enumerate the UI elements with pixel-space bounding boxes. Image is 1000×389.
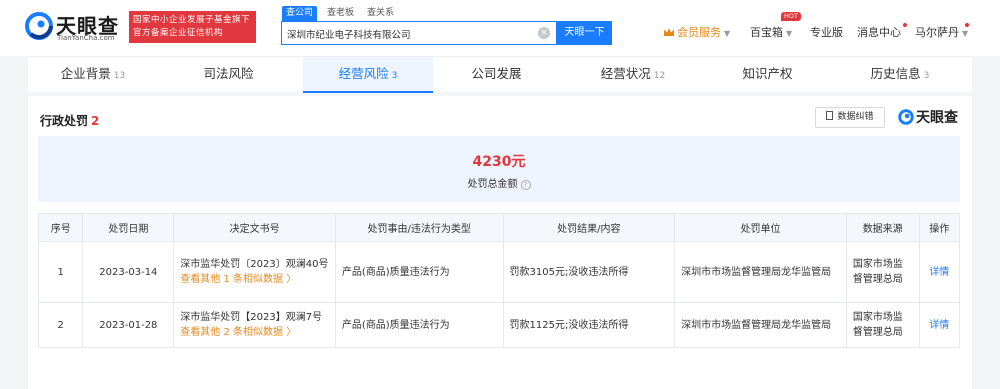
table-header-row: 序号 处罚日期 决定文书号 处罚事由/违法行为类型 处罚结果/内容 处罚单位 数… <box>37 213 961 242</box>
penalty-unit: 深圳市市场监督管理局龙华监管局 <box>674 302 847 348</box>
similar-data-link[interactable]: 查看其他 2 条相似数据 〉 <box>180 325 329 340</box>
tab-label: 公司发展 <box>471 66 522 81</box>
tab-count: 12 <box>653 71 666 81</box>
document-number: 深市监华处罚〔2023〕观澜40号 <box>180 259 329 270</box>
logo-url: TianYanCha.com <box>57 34 115 42</box>
tab-label: 历史信息 <box>870 66 921 81</box>
document-number-cell: 深市监华处罚【2023】观澜7号 查看其他 2 条相似数据 〉 <box>173 302 336 348</box>
treasure-box-menu[interactable]: 百宝箱 ▼ <box>750 24 792 40</box>
chevron-down-icon: ▼ <box>962 29 969 38</box>
total-amount-label: 处罚总金额? <box>38 175 960 190</box>
table-row: 2 2023-01-28 深市监华处罚【2023】观澜7号 查看其他 2 条相似… <box>37 302 961 348</box>
tianyancha-logo[interactable]: 天眼查 TianYanCha.com <box>25 10 125 44</box>
admin-penalty-panel: 行政处罚 2 数据纠错 天眼查 4230元 处罚总金额? 序号 处罚日期 决定文书… <box>28 96 972 389</box>
logo-eye-icon <box>898 109 914 125</box>
message-center-link[interactable]: 消息中心 <box>857 24 901 40</box>
row-index: 1 <box>37 241 84 303</box>
user-menu[interactable]: 马尔萨丹 ▼ <box>915 24 968 40</box>
penalty-date: 2023-01-28 <box>82 302 175 348</box>
column-header: 操作 <box>918 213 961 242</box>
tab-label: 经营状况 <box>600 66 651 81</box>
data-correction-label: 数据纠错 <box>837 112 874 122</box>
tab-label: 司法风险 <box>203 66 254 81</box>
pro-version-link[interactable]: 专业版 <box>810 24 843 40</box>
section-title: 行政处罚 2 <box>40 112 99 129</box>
total-amount: 4230元 <box>472 154 526 170</box>
detail-link[interactable]: 详情 <box>929 267 949 278</box>
treasure-label: 百宝箱 <box>750 26 783 39</box>
search-tab-relation[interactable]: 查关系 <box>363 6 398 21</box>
tab-company-development[interactable]: 公司发展 <box>433 57 563 93</box>
slogan-line-2: 官方备案企业征信机构 <box>133 28 224 38</box>
top-header: 天眼查 TianYanCha.com 国家中小企业发展子基金旗下 官方备案企业征… <box>0 0 1000 56</box>
column-header: 决定文书号 <box>173 213 336 242</box>
penalty-reason: 产品(商品)质量违法行为 <box>334 241 504 303</box>
clear-icon[interactable]: × <box>538 27 550 39</box>
total-amount-label-text: 处罚总金额 <box>467 179 518 190</box>
chevron-down-icon: ▼ <box>724 29 731 38</box>
data-source: 国家市场监督管理总局 <box>845 302 920 348</box>
penalty-date: 2023-03-14 <box>82 241 175 303</box>
help-icon[interactable]: ? <box>520 180 531 190</box>
slogan-line-1: 国家中小企业发展子基金旗下 <box>133 15 251 25</box>
column-header: 处罚结果/内容 <box>502 213 676 242</box>
search-tab-boss[interactable]: 查老板 <box>323 6 358 21</box>
brand-watermark-text: 天眼查 <box>916 110 958 126</box>
vip-service-menu[interactable]: 会员服务 ▼ <box>664 24 730 40</box>
tab-count: 13 <box>113 71 126 81</box>
search-input[interactable] <box>287 26 532 41</box>
document-number: 深市监华处罚【2023】观澜7号 <box>180 312 323 323</box>
table-row: 1 2023-03-14 深市监华处罚〔2023〕观澜40号 查看其他 1 条相… <box>37 241 961 303</box>
section-title-text: 行政处罚 <box>40 114 89 128</box>
tab-history-info[interactable]: 历史信息 3 <box>835 57 965 93</box>
data-source: 国家市场监督管理总局 <box>845 241 920 303</box>
tab-count: 3 <box>923 71 930 81</box>
hot-badge: HOT <box>781 12 801 21</box>
tab-enterprise-background[interactable]: 企业背景 13 <box>28 57 158 93</box>
penalty-result: 罚款1125元;没收违法所得 <box>502 302 676 348</box>
slogan-badge: 国家中小企业发展子基金旗下 官方备案企业征信机构 <box>129 11 256 43</box>
notification-dot <box>903 23 907 27</box>
vip-label: 会员服务 <box>677 26 721 39</box>
similar-data-link[interactable]: 查看其他 1 条相似数据 〉 <box>180 272 329 287</box>
tab-label: 经营风险 <box>338 66 389 81</box>
section-count: 2 <box>91 114 100 128</box>
penalty-reason: 产品(商品)质量违法行为 <box>334 302 504 348</box>
search-button[interactable]: 天眼一下 <box>557 21 612 45</box>
tab-operational-risk[interactable]: 经营风险 3 <box>303 57 433 93</box>
detail-link[interactable]: 详情 <box>929 320 949 331</box>
column-header: 处罚单位 <box>674 213 847 242</box>
tab-count: 3 <box>391 71 398 81</box>
penalty-unit: 深圳市市场监督管理局龙华监管局 <box>674 241 847 303</box>
search-box: × <box>281 21 557 45</box>
search-tab-company[interactable]: 查公司 <box>282 6 318 21</box>
document-icon <box>826 111 834 120</box>
crown-icon <box>664 28 674 36</box>
action-cell: 详情 <box>918 241 961 303</box>
column-header: 处罚日期 <box>82 213 175 242</box>
row-index: 2 <box>37 302 84 348</box>
logo-eye-icon <box>25 12 53 40</box>
column-header: 序号 <box>37 213 84 242</box>
tab-label: 企业背景 <box>60 66 111 81</box>
data-correction-button[interactable]: 数据纠错 <box>815 107 885 128</box>
action-cell: 详情 <box>918 302 961 348</box>
penalty-table: 序号 处罚日期 决定文书号 处罚事由/违法行为类型 处罚结果/内容 处罚单位 数… <box>37 213 961 348</box>
column-header: 数据来源 <box>845 213 920 242</box>
tab-intellectual-property[interactable]: 知识产权 <box>704 57 834 93</box>
tab-label: 知识产权 <box>742 66 793 81</box>
section-tab-bar: 企业背景 13 司法风险 经营风险 3 公司发展 经营状况 12 知识产权 历史信息 3 <box>28 56 972 93</box>
penalty-summary: 4230元 处罚总金额? <box>38 136 960 202</box>
tab-judicial-risk[interactable]: 司法风险 <box>165 57 295 93</box>
tab-business-status[interactable]: 经营状况 12 <box>568 57 698 93</box>
penalty-result: 罚款3105元;没收违法所得 <box>502 241 676 303</box>
user-notification-dot <box>965 23 969 27</box>
brand-watermark: 天眼查 <box>898 106 966 130</box>
user-name: 马尔萨丹 <box>915 26 959 39</box>
column-header: 处罚事由/违法行为类型 <box>334 213 504 242</box>
chevron-down-icon: ▼ <box>786 29 793 38</box>
document-number-cell: 深市监华处罚〔2023〕观澜40号 查看其他 1 条相似数据 〉 <box>173 241 336 303</box>
